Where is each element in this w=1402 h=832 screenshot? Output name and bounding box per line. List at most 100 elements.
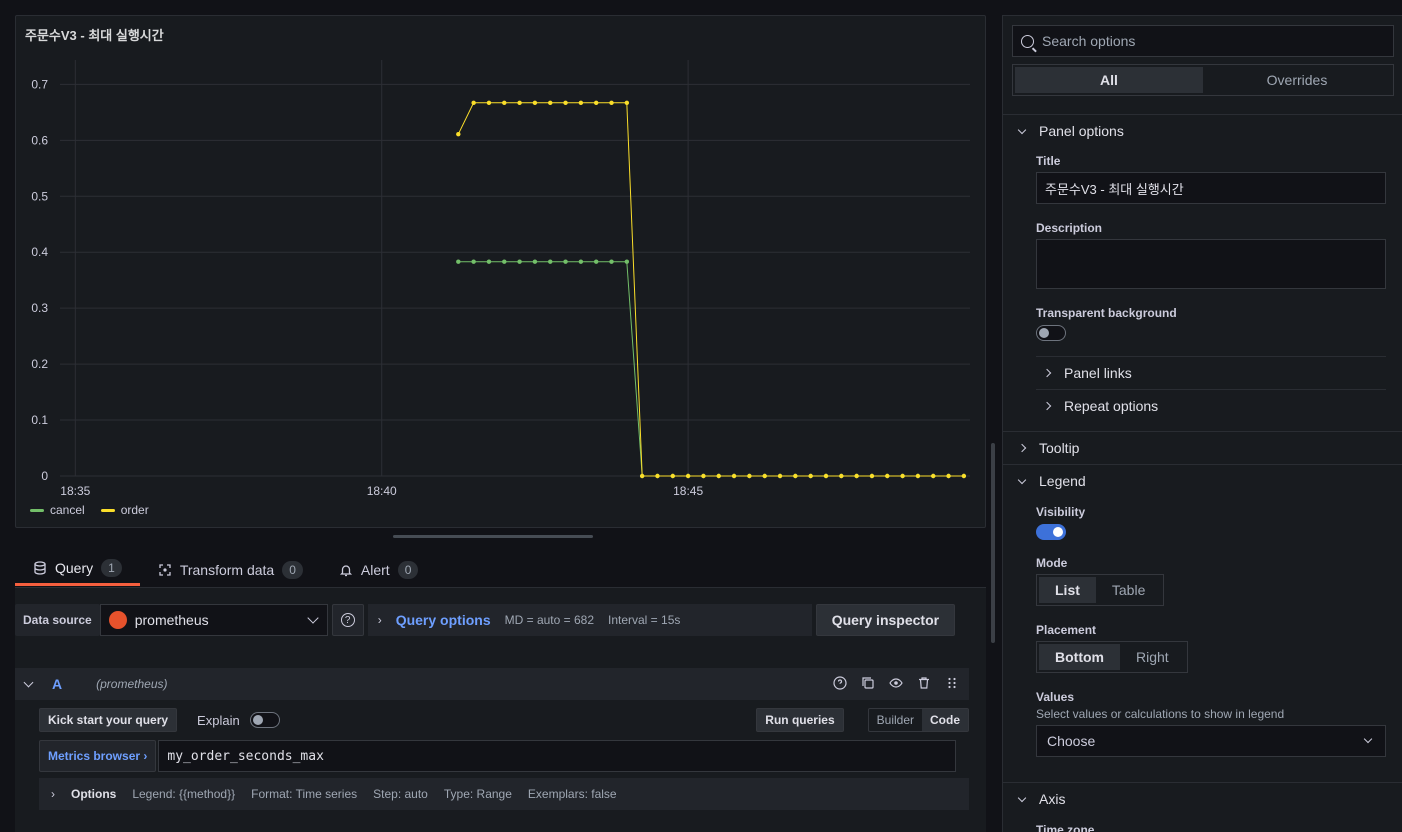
tab-count-badge: 0 [282, 560, 303, 579]
query-options-bar[interactable]: › Query options MD = auto = 682 Interval… [367, 604, 812, 636]
legend-placement-radio: Bottom Right [1036, 641, 1188, 673]
datasource-help-button[interactable]: ? [331, 604, 364, 636]
help-icon[interactable] [833, 676, 847, 690]
placement-right-option[interactable]: Right [1120, 644, 1185, 670]
section-panel-links[interactable]: Panel links [1036, 356, 1386, 388]
visibility-toggle[interactable] [1036, 524, 1066, 540]
code-mode-button[interactable]: Code [922, 709, 968, 731]
tab-count-badge: 0 [397, 560, 419, 579]
data-point-order [823, 473, 829, 479]
query-inspector-button[interactable]: Query inspector [815, 604, 956, 636]
y-tick-label: 0.4 [31, 245, 48, 259]
section-legend[interactable]: Legend [1003, 464, 1402, 497]
kick-start-button[interactable]: Kick start your query [39, 708, 178, 732]
interval-value: Interval = 15s [608, 613, 681, 627]
y-tick-label: 0 [41, 469, 48, 483]
description-textarea[interactable] [1036, 239, 1386, 289]
tab-label: Transform data [179, 561, 275, 578]
tab-transform[interactable]: Transform data 0 [140, 553, 321, 586]
section-title: Panel options [1039, 123, 1124, 139]
max-data-points: MD = auto = 682 [504, 613, 594, 627]
data-point-order [946, 473, 951, 479]
query-expression-input[interactable]: my_order_seconds_max [158, 740, 957, 772]
search-options-input[interactable]: Search options [1012, 25, 1394, 57]
data-point-order [578, 100, 584, 106]
values-select[interactable]: Choose [1036, 725, 1386, 757]
chevron-down-icon[interactable] [23, 677, 34, 688]
section-axis[interactable]: Axis [1003, 782, 1402, 815]
title-input[interactable]: 주문수V3 - 최대 실행시간 [1036, 172, 1386, 204]
datasource-name: prometheus [134, 612, 209, 628]
values-description: Select values or calculations to show in… [1036, 707, 1285, 721]
data-point-order [502, 100, 507, 106]
help-icon: ? [340, 613, 355, 627]
data-point-order [456, 131, 461, 137]
search-placeholder: Search options [1042, 33, 1136, 49]
legend-option: Legend: {{method}} [132, 787, 236, 801]
data-point-order [839, 473, 844, 479]
tab-all[interactable]: All [1015, 67, 1203, 93]
section-panel-options[interactable]: Panel options [1003, 114, 1402, 147]
eye-icon[interactable] [889, 676, 903, 690]
tab-alert[interactable]: Alert 0 [321, 553, 436, 586]
mode-list-option[interactable]: List [1039, 577, 1096, 603]
data-point-order [593, 100, 599, 106]
data-point-cancel [502, 259, 507, 264]
query-options-summary[interactable]: › Options Legend: {{method}} Format: Tim… [39, 778, 969, 810]
builder-mode-button[interactable]: Builder [869, 709, 922, 731]
placement-label: Placement [1036, 623, 1097, 637]
data-point-order [701, 473, 706, 479]
query-options-link[interactable]: Query options [396, 612, 491, 628]
duplicate-icon[interactable] [861, 676, 875, 690]
splitter-handle[interactable] [393, 535, 593, 538]
explain-toggle[interactable] [249, 712, 280, 728]
section-title: Repeat options [1064, 397, 1159, 414]
datasource-label: Data source [15, 604, 100, 636]
drag-handle-icon[interactable] [945, 676, 959, 690]
data-point-cancel [532, 259, 538, 264]
query-letter[interactable]: A [52, 676, 62, 692]
chevron-right-icon [1042, 368, 1052, 377]
series-line-cancel [458, 261, 964, 477]
format-option: Format: Time series [251, 787, 358, 801]
panel: 0 0.1 0.2 0.3 0.4 0.5 0.6 0.7 18:35 18:40 18:45 주문… [15, 15, 986, 528]
metrics-browser-button[interactable]: Metrics browser › [39, 740, 157, 772]
placement-bottom-option[interactable]: Bottom [1039, 644, 1120, 670]
time-series-chart: 0 0.1 0.2 0.3 0.4 0.5 0.6 0.7 18:35 18:40 18:45 [31, 60, 970, 498]
query-datasource-name: (prometheus) [96, 677, 168, 691]
legend-item-order[interactable]: order [100, 503, 149, 517]
mode-table-option[interactable]: Table [1096, 577, 1161, 603]
trash-icon[interactable] [917, 676, 931, 690]
chevron-right-icon: › [51, 787, 55, 801]
tab-count-badge: 1 [101, 559, 122, 577]
legend-item-cancel[interactable]: cancel [30, 503, 85, 517]
data-point-order [624, 100, 630, 106]
y-tick-label: 0.3 [31, 301, 48, 315]
data-point-cancel [624, 259, 630, 264]
tab-label: Alert [360, 561, 390, 578]
data-point-cancel [456, 259, 461, 264]
query-input-row: Metrics browser › my_order_seconds_max [39, 740, 957, 772]
tab-query[interactable]: Query 1 [15, 553, 140, 586]
section-tooltip[interactable]: Tooltip [1003, 431, 1402, 464]
mode-label: Mode [1036, 556, 1068, 570]
data-point-order [670, 473, 675, 479]
data-point-order [548, 100, 553, 106]
query-row-header: A (prometheus) [15, 668, 969, 700]
x-tick-label: 18:40 [367, 484, 397, 498]
step-option: Step: auto [373, 787, 428, 801]
x-tick-label: 18:35 [60, 484, 90, 498]
explain-toggle-group: Explain [197, 712, 280, 728]
transparent-toggle[interactable] [1036, 325, 1066, 341]
scrollbar[interactable] [991, 443, 995, 643]
options-label: Options [71, 787, 117, 801]
datasource-picker[interactable]: prometheus [99, 604, 328, 636]
type-option: Type: Range [443, 787, 512, 801]
legend-swatch-icon [30, 508, 44, 512]
section-repeat-options[interactable]: Repeat options [1036, 389, 1386, 421]
data-point-order [793, 473, 798, 479]
section-title: Panel links [1064, 364, 1132, 381]
run-queries-button[interactable]: Run queries [756, 708, 844, 732]
section-title: Tooltip [1039, 440, 1080, 456]
tab-overrides[interactable]: Overrides [1203, 67, 1391, 93]
